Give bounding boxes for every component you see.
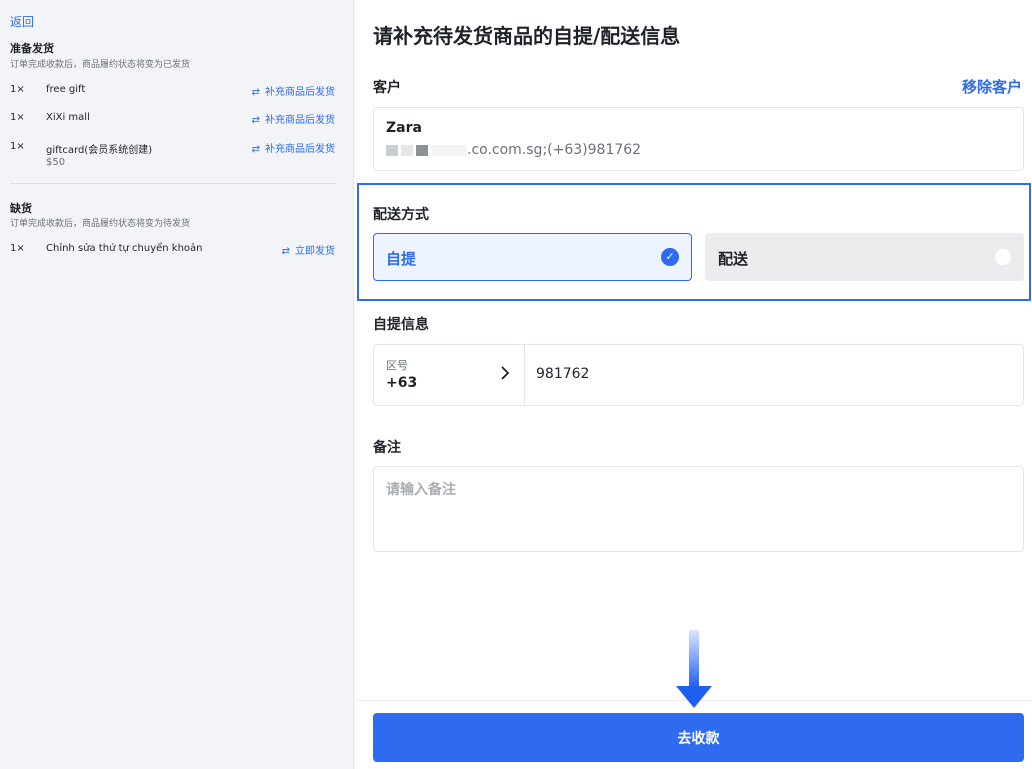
item-price: $50: [46, 157, 66, 168]
section-divider: [10, 183, 336, 184]
redacted-block: [416, 144, 428, 156]
shipping-option-label: 自提: [386, 250, 417, 268]
ship-now-label: 立即发货: [295, 246, 335, 257]
customer-card[interactable]: Zara .co.com.sg;(+63)981762: [373, 107, 1024, 171]
note-input[interactable]: [373, 466, 1024, 552]
order-items-panel: 返回 准备发货 订单完成收款后，商品履约状态将变为已发货 1× free gif…: [0, 0, 354, 769]
item-name: Chỉnh sửa thứ tự chuyển khoản: [46, 243, 203, 254]
item-quantity: 1×: [10, 243, 25, 254]
customer-label: 客户: [373, 80, 401, 96]
item-name: giftcard(会员系统创建): [46, 145, 153, 156]
area-code-label: 区号: [386, 359, 408, 372]
swap-icon: ⇄: [281, 246, 290, 257]
collect-payment-button[interactable]: 去收款: [373, 713, 1024, 762]
supplement-ship-label: 补充商品后发货: [265, 144, 335, 155]
swap-icon: ⇄: [251, 87, 260, 98]
supplement-ship-button[interactable]: ⇄ 补充商品后发货: [252, 83, 335, 98]
supplement-ship-label: 补充商品后发货: [265, 87, 335, 98]
supplement-ship-button[interactable]: ⇄ 补充商品后发货: [252, 111, 335, 126]
shortage-section-subtitle: 订单完成收款后，商品履约状态将变为待发货: [10, 219, 191, 229]
radio-icon: [995, 249, 1011, 265]
shipping-option-pickup[interactable]: 自提 ✓: [373, 233, 692, 281]
item-name: XiXi mall: [46, 112, 90, 123]
area-code-select[interactable]: 区号 +63: [374, 345, 525, 405]
phone-number-input[interactable]: 981762: [536, 366, 589, 382]
area-code-value: +63: [386, 375, 418, 391]
redacted-block: [401, 144, 413, 156]
redacted-block: [431, 144, 467, 156]
note-label: 备注: [373, 440, 401, 456]
customer-name: Zara: [386, 120, 422, 136]
item-name: free gift: [46, 84, 86, 95]
supplement-ship-label: 补充商品后发货: [265, 115, 335, 126]
ready-section-subtitle: 订单完成收款后，商品履约状态将变为已发货: [10, 60, 191, 70]
swap-icon: ⇄: [251, 144, 260, 155]
customer-contact: .co.com.sg;(+63)981762: [386, 142, 641, 158]
arrow-down-icon: [676, 630, 712, 708]
customer-contact-text: .co.com.sg;(+63)981762: [467, 142, 642, 158]
back-link[interactable]: 返回: [10, 13, 34, 30]
item-quantity: 1×: [10, 84, 25, 95]
ship-now-button[interactable]: ⇄ 立即发货: [282, 242, 335, 257]
item-quantity: 1×: [10, 141, 25, 152]
supplement-ship-button[interactable]: ⇄ 补充商品后发货: [252, 140, 335, 155]
phone-field: 区号 +63 981762: [373, 344, 1024, 406]
shipping-method-label: 配送方式: [373, 207, 429, 223]
shipping-option-delivery[interactable]: 配送: [705, 233, 1024, 281]
check-icon: ✓: [661, 248, 679, 266]
pickup-info-label: 自提信息: [373, 317, 429, 333]
shipping-option-label: 配送: [718, 250, 749, 268]
shortage-section-title: 缺货: [10, 202, 32, 215]
swap-icon: ⇄: [251, 115, 260, 126]
remove-customer-button[interactable]: 移除客户: [962, 76, 1022, 97]
chevron-right-icon: [500, 365, 510, 384]
ready-section-title: 准备发货: [10, 42, 54, 55]
item-quantity: 1×: [10, 112, 25, 123]
page-title: 请补充待发货商品的自提/配送信息: [373, 24, 681, 48]
redacted-block: [386, 144, 398, 156]
